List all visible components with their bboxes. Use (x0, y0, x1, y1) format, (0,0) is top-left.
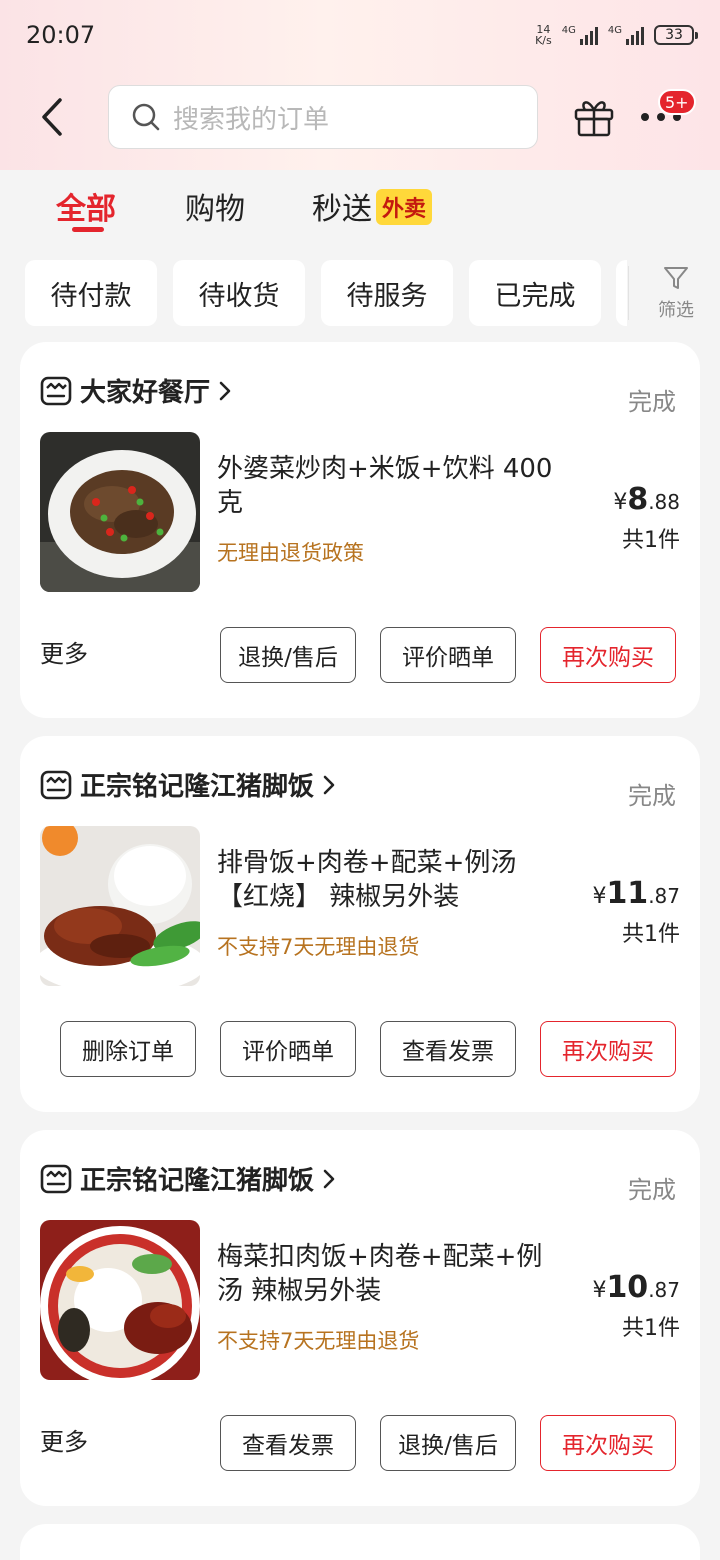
search-icon (132, 103, 160, 131)
store-name: 大家好餐厅 (80, 378, 211, 408)
notification-badge: 5+ (658, 89, 696, 115)
return-policy: 不支持7天无理由退货 (217, 935, 420, 959)
order-card-partial[interactable] (20, 1524, 700, 1560)
return-policy: 不支持7天无理由退货 (217, 1329, 420, 1353)
price-integer: 10 (606, 1270, 649, 1305)
order-price: ¥8.88 (613, 482, 680, 517)
filter-pending-payment[interactable]: 待付款 (25, 260, 157, 326)
item-count: 共1件 (622, 922, 680, 947)
filter-label: 筛选 (658, 300, 694, 321)
view-invoice-button[interactable]: 查看发票 (220, 1415, 356, 1471)
order-card[interactable]: 正宗铭记隆江猪脚饭 完成 梅菜扣肉饭+肉卷+配菜+例汤 辣椒另外装 不支持7天无… (20, 1130, 700, 1506)
product-title[interactable]: 排骨饭+肉卷+配菜+例汤【红烧】 辣椒另外装 (217, 846, 567, 914)
review-button[interactable]: 评价晒单 (380, 627, 516, 683)
buy-again-button[interactable]: 再次购买 (540, 627, 676, 683)
order-card[interactable]: 大家好餐厅 完成 外婆菜炒肉+米饭+饮料 400克 无理由退货政策 ¥8.88 … (20, 342, 700, 718)
item-count: 共1件 (622, 1316, 680, 1341)
net-speed: 14 K/s (535, 24, 552, 46)
gift-icon[interactable] (572, 94, 616, 138)
price-symbol: ¥ (592, 1278, 607, 1303)
store-name: 正宗铭记隆江猪脚饭 (80, 772, 315, 802)
filter-pending-service[interactable]: 待服务 (321, 260, 453, 326)
store-icon (40, 770, 72, 799)
store-icon (40, 376, 72, 405)
review-button[interactable]: 评价晒单 (220, 1021, 356, 1077)
order-price: ¥10.87 (592, 1270, 680, 1305)
return-service-button[interactable]: 退换/售后 (220, 627, 356, 683)
net-speed-unit: K/s (535, 34, 552, 47)
status-icons: 14 K/s 4G 4G 33 (535, 24, 698, 46)
price-integer: 11 (606, 876, 649, 911)
signal-icon: 4G (608, 25, 644, 45)
chevron-right-icon (219, 381, 231, 400)
order-price: ¥11.87 (592, 876, 680, 911)
back-icon[interactable] (36, 96, 72, 138)
product-title[interactable]: 外婆菜炒肉+米饭+饮料 400克 (217, 452, 567, 520)
chevron-right-icon (323, 775, 335, 794)
delete-order-button[interactable]: 删除订单 (60, 1021, 196, 1077)
return-service-button[interactable]: 退换/售后 (380, 1415, 516, 1471)
product-title[interactable]: 梅菜扣肉饭+肉卷+配菜+例汤 辣椒另外装 (217, 1240, 567, 1308)
battery-icon: 33 (654, 25, 698, 45)
search-placeholder: 搜索我的订单 (173, 104, 330, 135)
network-type: 4G (607, 25, 622, 36)
tab-active-indicator (72, 227, 104, 232)
tab-label: 秒送 (312, 192, 372, 227)
order-card[interactable]: 正宗铭记隆江猪脚饭 完成 排骨饭+肉卷+配菜+例汤【红烧】 辣椒另外装 不支持7… (20, 736, 700, 1112)
store-link[interactable]: 大家好餐厅 (40, 372, 232, 409)
tab-all[interactable]: 全部 (56, 184, 116, 228)
order-tabs: 全部 购物 秒送 外卖 (0, 170, 720, 240)
funnel-icon (664, 267, 688, 289)
filter-pending-receipt[interactable]: 待收货 (173, 260, 305, 326)
item-count: 共1件 (622, 528, 680, 553)
order-status: 完成 (628, 782, 676, 810)
store-icon (40, 1164, 72, 1193)
price-integer: 8 (627, 482, 649, 517)
filter-button[interactable]: 筛选 (648, 264, 704, 324)
product-image[interactable] (40, 826, 200, 986)
product-image[interactable] (40, 1220, 200, 1380)
clock: 20:07 (26, 21, 96, 49)
product-image[interactable] (40, 432, 200, 592)
store-link[interactable]: 正宗铭记隆江猪脚饭 (40, 1160, 336, 1197)
price-decimal: .87 (648, 884, 680, 908)
order-status: 完成 (628, 1176, 676, 1204)
filter-divider (628, 266, 629, 320)
status-filters: 待付款 待收货 待服务 已完成 筛选 (0, 260, 720, 326)
nav-row: 搜索我的订单 5+ (0, 84, 720, 150)
return-policy: 无理由退货政策 (217, 541, 364, 565)
store-link[interactable]: 正宗铭记隆江猪脚饭 (40, 766, 336, 803)
store-name: 正宗铭记隆江猪脚饭 (80, 1166, 315, 1196)
battery-level: 33 (665, 27, 683, 43)
search-input[interactable]: 搜索我的订单 (108, 85, 538, 149)
price-symbol: ¥ (592, 884, 607, 909)
more-actions-link[interactable]: 更多 (40, 1422, 88, 1457)
tab-label: 全部 (56, 192, 116, 227)
price-decimal: .88 (648, 490, 680, 514)
view-invoice-button[interactable]: 查看发票 (380, 1021, 516, 1077)
price-symbol: ¥ (613, 490, 628, 515)
more-actions-link[interactable]: 更多 (40, 634, 88, 669)
tab-instant-delivery[interactable]: 秒送 外卖 (312, 184, 433, 228)
buy-again-button[interactable]: 再次购买 (540, 1415, 676, 1471)
signal-icon: 4G (562, 25, 598, 45)
takeout-tag: 外卖 (376, 189, 433, 225)
network-type: 4G (561, 25, 576, 36)
filter-completed[interactable]: 已完成 (469, 260, 601, 326)
price-decimal: .87 (648, 1278, 680, 1302)
tab-shopping[interactable]: 购物 (185, 184, 245, 228)
filter-chip-overflow (616, 260, 627, 326)
order-status: 完成 (628, 388, 676, 416)
tab-label: 购物 (185, 192, 245, 227)
buy-again-button[interactable]: 再次购买 (540, 1021, 676, 1077)
status-bar: 20:07 14 K/s 4G 4G 33 (0, 0, 720, 70)
chevron-right-icon (323, 1169, 335, 1188)
